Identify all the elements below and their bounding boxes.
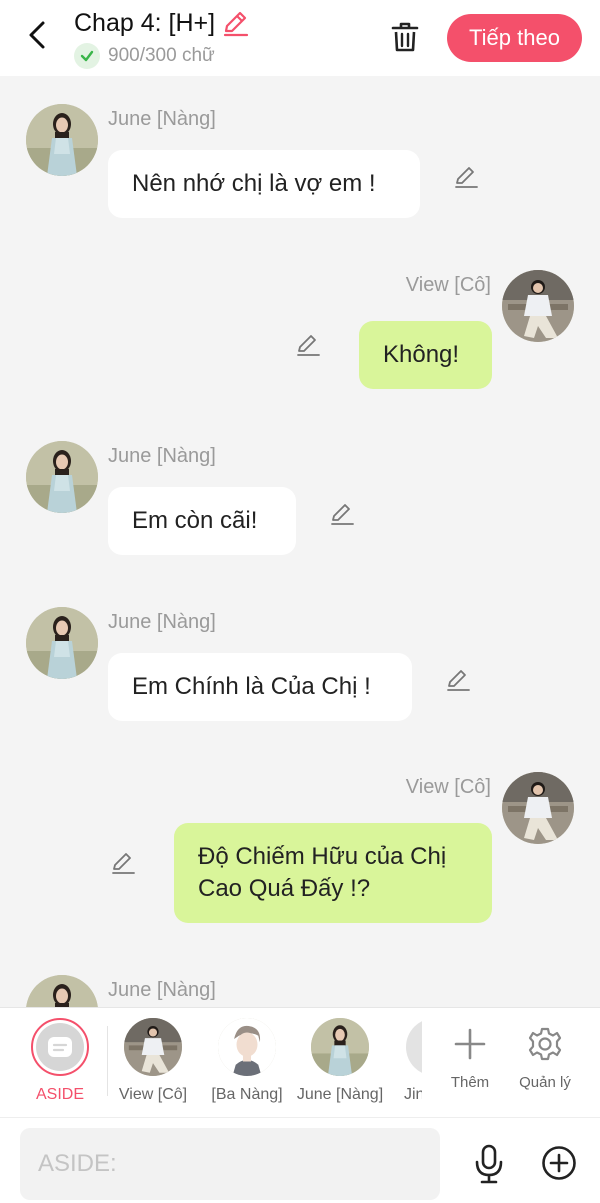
title-row: Chap 4: [H+] — [74, 8, 251, 38]
avatar[interactable] — [26, 975, 98, 1007]
microphone-icon[interactable] — [470, 1143, 508, 1185]
trash-icon[interactable] — [386, 18, 424, 56]
character-label: [Ba Nàng] — [211, 1086, 283, 1103]
message-left: June [Nàng] Em còn cãi! — [0, 441, 600, 561]
avatar[interactable] — [26, 104, 98, 176]
character-bar: ASIDE View [Cô] [Ba Nàng] June [Nàng] Ji… — [0, 1007, 600, 1117]
character-view[interactable]: View [Cô] — [107, 1018, 199, 1104]
sender-name: June [Nàng] — [108, 445, 216, 467]
message-left: June [Nàng] Em Chính là Của Chị ! — [0, 607, 600, 727]
message-bubble[interactable]: Độ Chiếm Hữu của Chị Cao Quá Đấy !? — [174, 823, 492, 923]
message-bubble[interactable]: Nên nhớ chị là vợ em ! — [108, 150, 420, 218]
back-arrow-icon[interactable] — [20, 18, 54, 52]
avatar — [311, 1018, 369, 1076]
sender-name: June [Nàng] — [108, 979, 216, 1001]
edit-message-icon[interactable] — [444, 665, 472, 693]
message-bubble[interactable]: Không! — [359, 321, 492, 389]
message-left: June [Nàng] Nên nhớ chị là vợ em ! — [0, 104, 600, 224]
plus-icon — [450, 1024, 490, 1064]
app-header: Chap 4: [H+] 900/300 chữ Tiếp theo — [0, 0, 600, 76]
avatar[interactable] — [26, 607, 98, 679]
character-aside[interactable]: ASIDE — [14, 1018, 106, 1104]
character-label: Jin — [404, 1086, 422, 1103]
character-ba-nang[interactable]: [Ba Nàng] — [201, 1018, 293, 1104]
tool-label: Thêm — [450, 1074, 490, 1091]
check-icon — [74, 43, 100, 69]
add-character-button[interactable]: Thêm — [435, 1024, 505, 1091]
add-circle-icon[interactable] — [540, 1144, 578, 1182]
character-jin[interactable]: Jin — [388, 1018, 422, 1104]
sender-name: View [Cô] — [405, 274, 491, 296]
avatar — [124, 1018, 182, 1076]
character-label: June [Nàng] — [296, 1086, 384, 1103]
word-count-row: 900/300 chữ — [74, 43, 215, 69]
sender-name: View [Cô] — [405, 776, 491, 798]
message-bubble[interactable]: Em Chính là Của Chị ! — [108, 653, 412, 721]
chat-area[interactable]: June [Nàng] Nên nhớ chị là vợ em ! View … — [0, 76, 600, 1007]
word-count: 900/300 chữ — [108, 45, 215, 66]
gear-icon — [525, 1024, 565, 1064]
character-label: View [Cô] — [118, 1086, 188, 1103]
avatar — [406, 1018, 422, 1076]
character-june[interactable]: June [Nàng] — [294, 1018, 386, 1104]
avatar[interactable] — [502, 270, 574, 342]
sender-name: June [Nàng] — [108, 108, 216, 130]
message-right: View [Cô] Độ Chiếm Hữu của Chị Cao Quá Đ… — [0, 772, 600, 932]
edit-message-icon[interactable] — [294, 330, 322, 358]
manage-button[interactable]: Quản lý — [510, 1024, 580, 1091]
chat-bubble-icon — [36, 1023, 84, 1071]
message-bubble[interactable]: Em còn cãi! — [108, 487, 296, 555]
message-right: View [Cô] Không! — [0, 270, 600, 390]
pencil-icon[interactable] — [221, 8, 251, 38]
edit-message-icon[interactable] — [109, 848, 137, 876]
message-input[interactable] — [20, 1128, 440, 1200]
avatar[interactable] — [502, 772, 574, 844]
next-button[interactable]: Tiếp theo — [447, 14, 582, 62]
character-label: ASIDE — [35, 1086, 84, 1103]
input-bar — [0, 1117, 600, 1203]
sender-name: June [Nàng] — [108, 611, 216, 633]
edit-message-icon[interactable] — [452, 162, 480, 190]
chapter-title: Chap 4: [H+] — [74, 8, 216, 37]
aside-avatar — [31, 1018, 89, 1076]
avatar[interactable] — [26, 441, 98, 513]
avatar — [218, 1018, 276, 1076]
edit-message-icon[interactable] — [328, 499, 356, 527]
tool-label: Quản lý — [519, 1074, 571, 1091]
message-left: June [Nàng] — [0, 975, 600, 1007]
